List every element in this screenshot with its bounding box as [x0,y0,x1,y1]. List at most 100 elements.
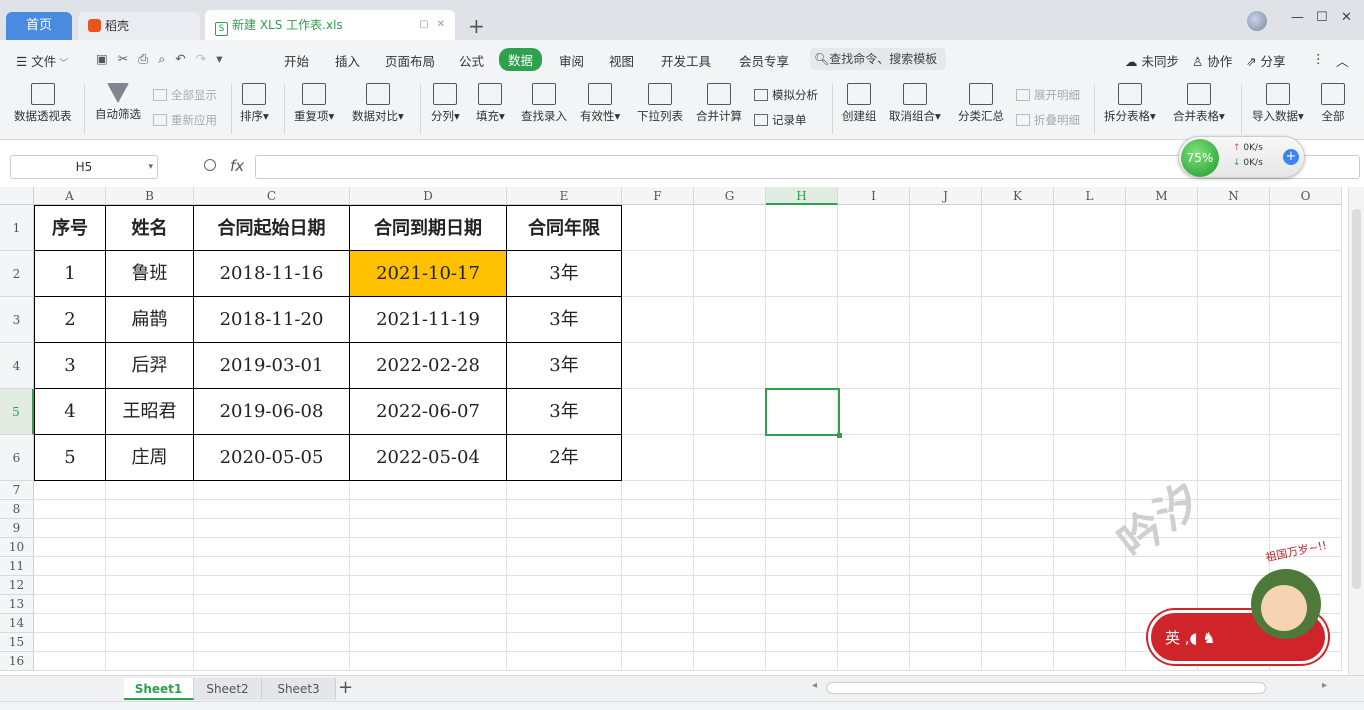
table-cell[interactable]: 后羿 [106,343,194,389]
menu-view[interactable]: 视图 [609,51,634,70]
row-header-5[interactable]: 5 [0,389,34,435]
minimize-icon[interactable]: — [1291,10,1304,25]
tab-home[interactable]: 首页 [6,12,72,40]
sync-status[interactable]: ☁ 未同步 [1125,51,1179,70]
table-cell[interactable]: 3 [34,343,106,389]
row-header-16[interactable]: 16 [0,652,34,671]
table-cell[interactable]: 庄周 [106,435,194,481]
row-header-13[interactable]: 13 [0,595,34,614]
row-header-3[interactable]: 3 [0,297,34,343]
mascot-sticker[interactable]: 祖国万岁~!! 英 ,◖ ♞ [1148,539,1328,664]
dropdown-list-button[interactable]: 下拉列表 [637,83,683,124]
sheet-tab-1[interactable]: Sheet1 [124,678,194,700]
table-header-cell[interactable]: 合同年限 [507,205,622,251]
column-header-m[interactable]: M [1126,187,1198,205]
new-tab-button[interactable]: + [468,12,485,40]
column-header-b[interactable]: B [106,187,194,205]
column-header-h[interactable]: H [766,187,838,205]
show-all-button[interactable]: 全部显示 [153,87,217,103]
consolidate-button[interactable]: 合并计算 [696,83,742,124]
row-header-8[interactable]: 8 [0,500,34,519]
zoom-formula-icon[interactable] [204,159,216,171]
scroll-left-icon[interactable]: ◂ [812,680,817,691]
column-header-a[interactable]: A [34,187,106,205]
column-header-e[interactable]: E [507,187,622,205]
save-icon[interactable]: ▣ [96,51,108,66]
redo-icon[interactable]: ↷ [196,51,206,66]
table-header-cell[interactable]: 序号 [34,205,106,251]
tab-close-icon[interactable]: ✕ [437,19,445,30]
more-icon[interactable]: ▾ [216,51,222,66]
row-header-2[interactable]: 2 [0,251,34,297]
whatif-button[interactable]: 模拟分析 [754,87,818,103]
row-header-15[interactable]: 15 [0,633,34,652]
print-icon[interactable]: ⎙ [138,51,148,66]
tab-document[interactable]: S 新建 XLS 工作表.xls ▢ ✕ [205,10,455,40]
column-header-o[interactable]: O [1270,187,1342,205]
undo-icon[interactable]: ↶ [175,51,185,66]
sheet-grid[interactable]: ABCDEFGHIJKLMNO 1 2 3 4 5 6 7 8 9 10 11 12 13 14 15 16 … [0,187,1348,675]
scrollbar-thumb[interactable] [1352,209,1361,589]
fill-button[interactable]: 填充▾ [476,83,505,124]
expand-detail-button[interactable]: 展开明细 [1016,87,1080,103]
menu-review[interactable]: 审阅 [559,51,584,70]
select-all-corner[interactable] [0,187,34,205]
sheet-tab-2[interactable]: Sheet2 [194,678,262,700]
collab-button[interactable]: ♙ 协作 [1192,51,1232,70]
merge-table-button[interactable]: 合并表格▾ [1173,83,1225,124]
chevron-down-icon[interactable]: ▾ [148,156,153,178]
pin-icon[interactable]: ▢ [419,19,428,30]
table-cell[interactable]: 2018-11-20 [194,297,350,343]
table-cell[interactable]: 2020-05-05 [194,435,350,481]
menu-start[interactable]: 开始 [284,51,309,70]
more-options-icon[interactable]: ⋮ [1312,51,1325,66]
column-header-g[interactable]: G [694,187,766,205]
row-header-4[interactable]: 4 [0,343,34,389]
table-cell[interactable]: 4 [34,389,106,435]
column-header-k[interactable]: K [982,187,1054,205]
sheet-tab-3[interactable]: Sheet3 [262,678,336,700]
network-speed-widget[interactable]: 75% ↑ 0K/s ↓ 0K/s + [1178,136,1305,178]
menu-page-layout[interactable]: 页面布局 [385,51,435,70]
row-header-1[interactable]: 1 [0,205,34,251]
add-sheet-button[interactable]: + [338,677,353,698]
column-header-l[interactable]: L [1054,187,1126,205]
collapse-detail-button[interactable]: 折叠明细 [1016,112,1080,128]
table-cell[interactable]: 5 [34,435,106,481]
row-header-7[interactable]: 7 [0,481,34,500]
maximize-icon[interactable]: ☐ [1316,10,1328,25]
find-entry-button[interactable]: 查找录入 [521,83,567,124]
duplicates-button[interactable]: 重复项▾ [294,83,334,124]
table-cell[interactable]: 3年 [507,343,622,389]
create-group-button[interactable]: 创建组 [842,83,877,124]
table-cell[interactable]: 扁鹊 [106,297,194,343]
row-header-9[interactable]: 9 [0,519,34,538]
tab-daoke[interactable]: 稻壳 [78,12,200,40]
subtotal-button[interactable]: 分类汇总 [958,83,1004,124]
avatar[interactable] [1247,11,1267,31]
column-header-i[interactable]: I [838,187,910,205]
import-data-button[interactable]: 导入数据▾ [1252,83,1304,124]
command-search[interactable]: 🔍︎查找命令、搜索模板 [810,48,946,70]
sort-button[interactable]: 排序▾ [240,83,269,124]
print-preview-icon[interactable]: ⌕ [158,51,165,66]
format-painter-icon[interactable]: ✂ [118,51,128,66]
collapse-ribbon-icon[interactable]: ︿ [1336,51,1349,70]
table-header-cell[interactable]: 合同到期日期 [350,205,507,251]
vertical-scrollbar[interactable] [1348,187,1364,675]
row-header-12[interactable]: 12 [0,576,34,595]
table-cell[interactable]: 2 [34,297,106,343]
reapply-button[interactable]: 重新应用 [153,112,217,128]
table-cell[interactable]: 3年 [507,251,622,297]
scroll-right-icon[interactable]: ▸ [1322,680,1327,691]
selected-cell-cursor[interactable] [765,388,842,438]
record-form-button[interactable]: 记录单 [754,112,807,128]
close-window-icon[interactable]: ✕ [1341,10,1352,25]
table-cell[interactable]: 2022-02-28 [350,343,507,389]
file-menu[interactable]: ☰ 文件 ﹀ [16,51,68,70]
menu-developer[interactable]: 开发工具 [661,51,711,70]
ungroup-button[interactable]: 取消组合▾ [889,83,941,124]
table-cell[interactable]: 2019-06-08 [194,389,350,435]
menu-insert[interactable]: 插入 [335,51,360,70]
table-cell[interactable]: 2018-11-16 [194,251,350,297]
